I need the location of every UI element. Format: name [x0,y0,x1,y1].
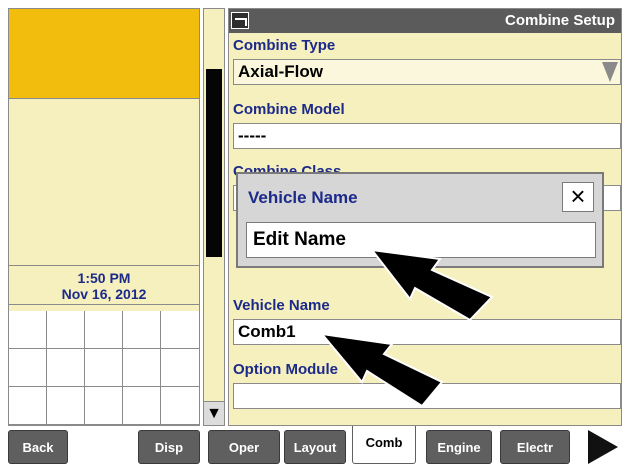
grid-cell[interactable] [85,349,123,387]
next-arrow-icon[interactable] [580,428,622,466]
grid-cell[interactable] [85,387,123,425]
shortcut-grid [9,311,199,425]
grid-cell[interactable] [123,387,161,425]
date-text: Nov 16, 2012 [61,286,147,302]
option-module-label: Option Module [233,361,338,378]
close-icon[interactable]: × [562,182,594,212]
combine-type-value: Axial-Flow [238,62,324,81]
tab-layout[interactable]: Layout [284,430,346,464]
grid-cell[interactable] [47,349,85,387]
combine-model-field[interactable]: ----- [233,123,621,149]
page-title: Combine Setup [504,12,615,29]
bottom-navigation: Back Disp Oper Layout Comb Engine Electr [0,426,626,468]
vehicle-name-dialog: Vehicle Name × Edit Name [236,172,604,268]
dialog-title: Vehicle Name [248,188,358,207]
vehicle-name-label: Vehicle Name [233,297,330,314]
status-color-block [9,9,199,99]
grid-cell[interactable] [9,387,47,425]
grid-cell[interactable] [47,387,85,425]
scroll-thumb[interactable] [206,69,222,257]
tab-comb[interactable]: Comb [352,426,416,464]
grid-cell[interactable] [9,349,47,387]
vertical-scrollbar[interactable]: ▼ [203,8,225,426]
time-text: 1:50 PM [77,270,131,286]
grid-cell[interactable] [123,349,161,387]
grid-cell[interactable] [161,349,199,387]
clock-display: 1:50 PM Nov 16, 2012 [9,265,199,305]
combine-model-value: ----- [238,126,267,145]
combine-type-dropdown[interactable]: Axial-Flow [233,59,621,85]
vehicle-name-field[interactable]: Comb1 [233,319,621,345]
grid-cell[interactable] [161,387,199,425]
tab-oper[interactable]: Oper [208,430,280,464]
tab-engine[interactable]: Engine [426,430,492,464]
grid-cell[interactable] [85,311,123,349]
grid-cell[interactable] [9,311,47,349]
grid-cell[interactable] [47,311,85,349]
tab-electr[interactable]: Electr [500,430,570,464]
title-bar: Combine Setup [229,9,621,33]
combine-model-label: Combine Model [233,101,345,118]
scroll-down-icon[interactable]: ▼ [204,401,224,425]
tab-disp[interactable]: Disp [138,430,200,464]
vehicle-name-value: Comb1 [238,322,296,341]
dropdown-arrow-icon[interactable] [602,62,618,82]
edit-name-option[interactable]: Edit Name [246,222,596,258]
combine-type-label: Combine Type [233,37,336,54]
grid-cell[interactable] [161,311,199,349]
tractor-icon [231,12,249,29]
option-module-field[interactable] [233,383,621,409]
left-status-panel: 1:50 PM Nov 16, 2012 [8,8,200,426]
back-button[interactable]: Back [8,430,68,464]
grid-cell[interactable] [123,311,161,349]
